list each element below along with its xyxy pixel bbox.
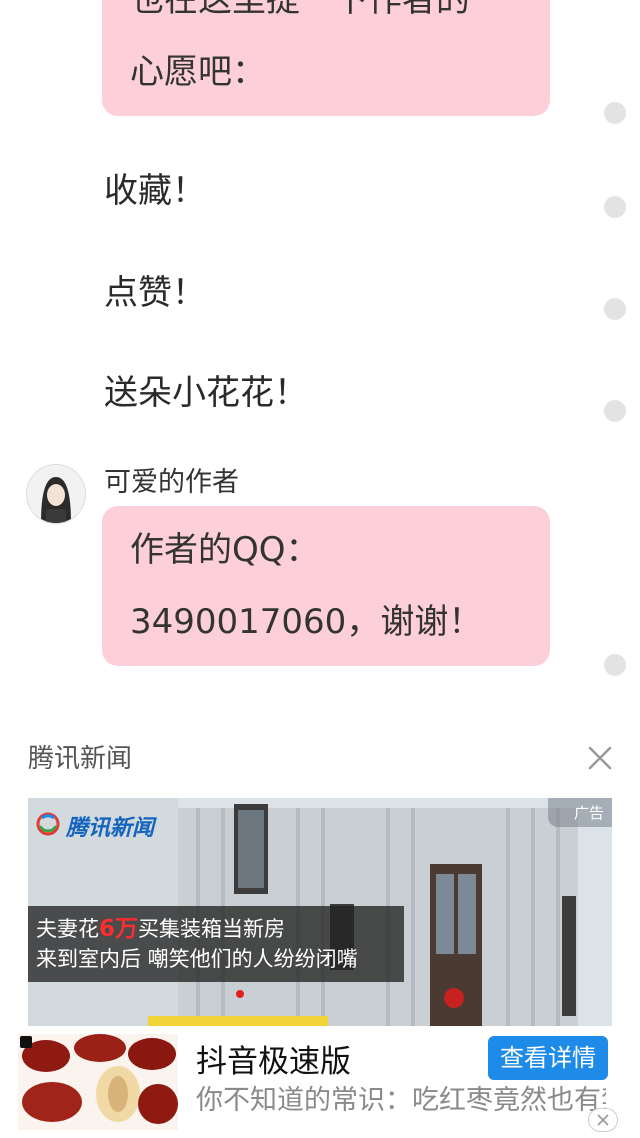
bubble-line-1: 也在这里提一下作者的: [130, 0, 470, 20]
view-details-button[interactable]: 查看详情: [488, 1036, 608, 1080]
ad-logo-text: 腾讯新闻: [66, 816, 155, 841]
bubble-qq-number: 3490017060，谢谢！: [130, 602, 483, 642]
caption-line-2: 来到室内后 嘲笑他们的人纷纷闭嘴: [36, 947, 358, 971]
ad-badge: 广告: [547, 798, 612, 827]
status-dot-icon: [604, 654, 626, 676]
message-like: 点赞！: [104, 273, 206, 313]
avatar[interactable]: [26, 464, 86, 524]
app-logo-icon: [20, 1036, 32, 1048]
close-icon[interactable]: [584, 742, 616, 774]
caption-line-1: 夫妻花6万买集装箱当新房: [36, 916, 286, 942]
message-bubble-wish: 也在这里提一下作者的 心愿吧：: [102, 0, 550, 116]
status-dot-icon: [604, 196, 626, 218]
author-name[interactable]: 可爱的作者: [104, 460, 239, 499]
ad-image[interactable]: 广告 腾讯新闻 夫妻花6万买集装箱当新房 来到室内后 嘲笑他们的人纷纷闭嘴: [28, 798, 612, 1026]
app-thumbnail[interactable]: [18, 1034, 178, 1130]
bubble-line-2: 心愿吧：: [130, 52, 266, 92]
message-flower: 送朵小花花！: [104, 373, 308, 413]
ad-caption: 夫妻花6万买集装箱当新房 来到室内后 嘲笑他们的人纷纷闭嘴: [28, 906, 404, 982]
status-dot-icon: [604, 298, 626, 320]
ad-description[interactable]: 你不知道的常识：吃红枣竟然也有禁忌: [196, 1082, 606, 1138]
message-bubble-qq: 作者的QQ： 3490017060，谢谢！: [102, 506, 550, 666]
ad-dismiss-icon[interactable]: [588, 1108, 618, 1132]
message-collect: 收藏！: [104, 171, 206, 211]
ad-source-label: 腾讯新闻: [28, 744, 133, 774]
app-name[interactable]: 抖音极速版: [196, 1036, 351, 1081]
status-dot-icon: [604, 400, 626, 422]
status-dot-icon: [604, 102, 626, 124]
bubble-qq-label: 作者的QQ：: [130, 530, 320, 570]
